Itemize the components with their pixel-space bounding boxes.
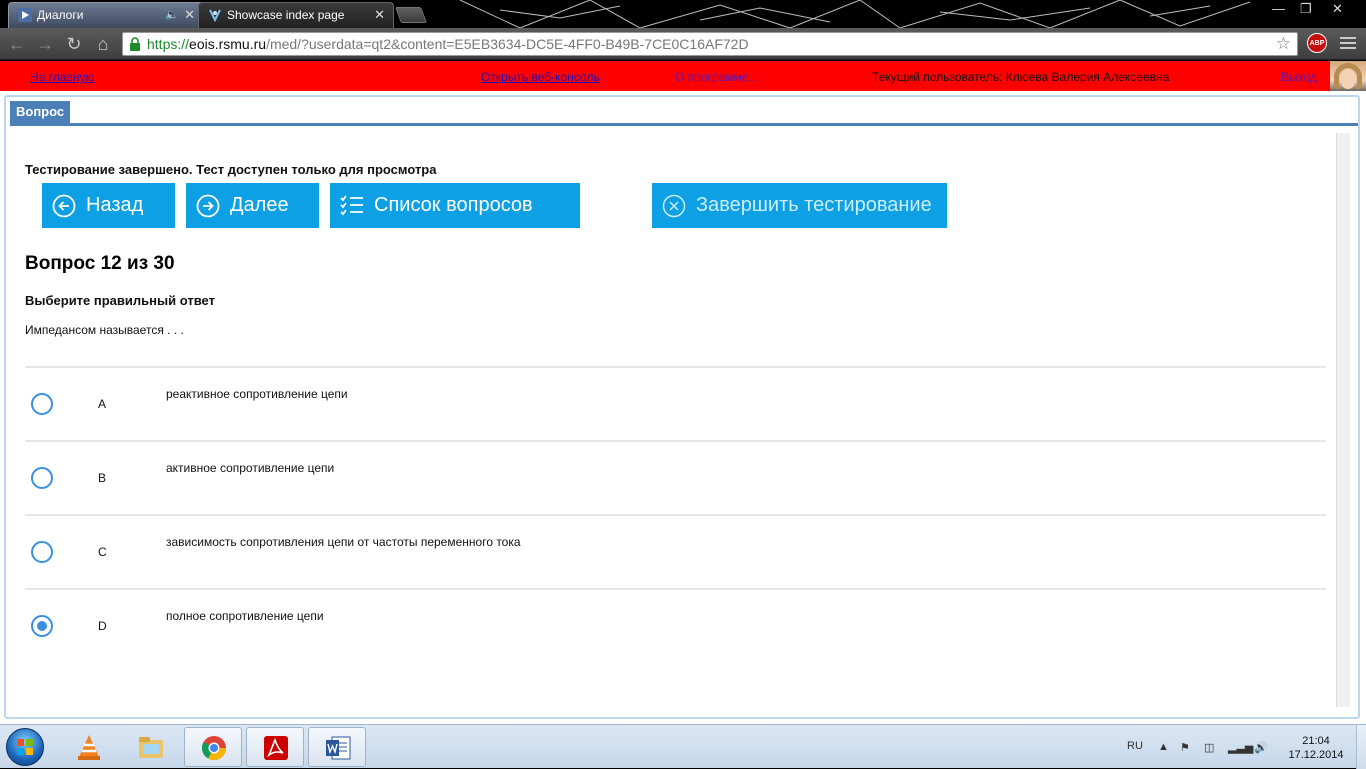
question-list-button-label: Список вопросов <box>374 194 533 216</box>
answer-text: полное сопротивление цепи <box>166 609 324 623</box>
clock-date: 17.12.2014 <box>1288 749 1344 761</box>
about-link[interactable]: О программе... <box>675 61 758 93</box>
browser-menu-icon[interactable] <box>1340 35 1356 51</box>
current-user-label: Текущий пользователь: Клюева Валерия Але… <box>872 70 1170 84</box>
answer-radio[interactable] <box>31 393 53 415</box>
show-hidden-icons-icon[interactable]: ▲ <box>1158 741 1169 753</box>
url-host: eois.rsmu.ru <box>189 36 267 52</box>
web-console-link[interactable]: Открыть веб-консоль <box>481 61 600 93</box>
media-player-icon <box>18 8 32 22</box>
speaker-icon: 🔈 <box>165 9 179 21</box>
volume-icon[interactable]: 🔊 <box>1254 741 1268 754</box>
app-header-bar: На главную Открыть веб-консоль О програм… <box>0 61 1330 91</box>
url-scheme: https:// <box>147 36 190 52</box>
finish-test-button-label: Завершить тестирование <box>696 194 932 216</box>
answer-letter: C <box>98 545 107 559</box>
panel-scrollbar[interactable] <box>1336 133 1350 707</box>
file-explorer-icon <box>139 737 163 758</box>
windows-logo-icon <box>17 739 33 755</box>
close-tab-icon[interactable]: ✕ <box>184 3 195 27</box>
close-circle-icon <box>662 194 686 218</box>
url-path: /med/?userdata=qt2&content=E5EB3634-DC5E… <box>266 36 749 52</box>
acrobat-icon <box>264 736 288 760</box>
start-button[interactable] <box>6 728 44 766</box>
system-clock[interactable]: 21:04 17.12.2014 <box>1286 734 1346 762</box>
forward-arrow-icon[interactable]: → <box>34 33 56 55</box>
question-text: Импедансом называется . . . <box>25 323 184 337</box>
chrome-icon <box>201 736 226 761</box>
question-prompt: Выберите правильный ответ <box>25 293 215 308</box>
test-status-text: Тестирование завершено. Тест доступен то… <box>25 162 437 177</box>
checklist-icon <box>340 195 363 216</box>
answer-radio[interactable] <box>31 541 53 563</box>
answer-text: активное сопротивление цепи <box>166 461 335 475</box>
answer-list: A реактивное сопротивление цепи B активн… <box>25 366 1326 662</box>
next-button[interactable]: Далее <box>186 183 319 228</box>
logout-link[interactable]: Выход <box>1281 61 1317 93</box>
taskbar-acrobat[interactable] <box>246 727 304 767</box>
question-list-button[interactable]: Список вопросов <box>330 183 580 228</box>
tab-label: Showcase index page <box>227 8 345 22</box>
answer-radio[interactable] <box>31 467 53 489</box>
close-tab-icon[interactable]: ✕ <box>374 3 385 27</box>
next-button-label: Далее <box>230 194 289 216</box>
answer-letter: D <box>98 619 107 633</box>
answer-option-d[interactable]: D полное сопротивление цепи <box>25 588 1326 662</box>
vlc-icon <box>78 735 100 760</box>
device-icon[interactable]: ◫ <box>1204 741 1214 754</box>
close-window-icon[interactable]: ✕ <box>1332 2 1343 16</box>
word-icon <box>326 736 351 760</box>
answer-radio-selected[interactable] <box>31 615 53 637</box>
tab-question[interactable]: Вопрос <box>10 101 71 123</box>
tab-showcase[interactable]: Showcase index page ✕ <box>198 2 394 28</box>
page-icon <box>209 9 221 22</box>
question-title: Вопрос 12 из 30 <box>25 253 175 274</box>
taskbar-explorer[interactable] <box>122 727 180 767</box>
taskbar-word[interactable] <box>308 727 366 767</box>
lock-icon <box>130 37 140 51</box>
reload-icon[interactable]: ↻ <box>63 33 85 55</box>
home-link[interactable]: На главную <box>30 61 94 93</box>
answer-text: зависимость сопротивления цепи от частот… <box>166 535 521 549</box>
minimize-icon[interactable]: — <box>1272 2 1285 16</box>
finish-test-button[interactable]: Завершить тестирование <box>652 183 947 228</box>
answer-letter: B <box>98 471 107 485</box>
address-bar[interactable]: https://eois.rsmu.ru/med/?userdata=qt2&c… <box>122 32 1298 56</box>
tab-dialogs[interactable]: Диалоги 🔈 ✕ <box>8 2 204 28</box>
back-button-label: Назад <box>86 194 144 216</box>
arrow-left-circle-icon <box>52 194 76 218</box>
tab-underline <box>10 123 1358 126</box>
answer-option-a[interactable]: A реактивное сопротивление цепи <box>25 366 1326 440</box>
tab-label: Диалоги <box>37 8 84 22</box>
windows-taskbar: RU ▲ ⚑ ◫ ▂▃▅ 🔊 21:04 17.12.2014 <box>0 724 1366 769</box>
clock-time: 21:04 <box>1302 735 1330 747</box>
new-tab-button[interactable] <box>395 7 427 23</box>
page-content: Вопрос Тестирование завершено. Тест дост… <box>0 91 1366 724</box>
home-icon[interactable]: ⌂ <box>92 33 114 55</box>
taskbar-chrome[interactable] <box>184 727 242 767</box>
arrow-right-circle-icon <box>196 194 220 218</box>
answer-option-b[interactable]: B активное сопротивление цепи <box>25 440 1326 514</box>
taskbar-vlc[interactable] <box>60 727 118 767</box>
language-indicator[interactable]: RU <box>1127 740 1143 752</box>
adblock-icon[interactable]: ABP <box>1307 33 1327 53</box>
bookmark-star-icon[interactable]: ☆ <box>1276 33 1291 55</box>
show-desktop-button[interactable] <box>1356 725 1366 769</box>
browser-tabstrip: Диалоги 🔈 ✕ Showcase index page ✕ — ❐ ✕ <box>0 0 1366 28</box>
network-signal-icon[interactable]: ▂▃▅ <box>1228 741 1253 754</box>
restore-icon[interactable]: ❐ <box>1300 2 1312 16</box>
action-center-icon[interactable]: ⚑ <box>1180 741 1190 754</box>
back-arrow-icon[interactable]: ← <box>6 33 28 55</box>
answer-letter: A <box>98 397 107 411</box>
answer-option-c[interactable]: C зависимость сопротивления цепи от част… <box>25 514 1326 588</box>
answer-text: реактивное сопротивление цепи <box>166 387 348 401</box>
back-button[interactable]: Назад <box>42 183 175 228</box>
browser-toolbar: ← → ↻ ⌂ https://eois.rsmu.ru/med/?userda… <box>0 28 1366 60</box>
